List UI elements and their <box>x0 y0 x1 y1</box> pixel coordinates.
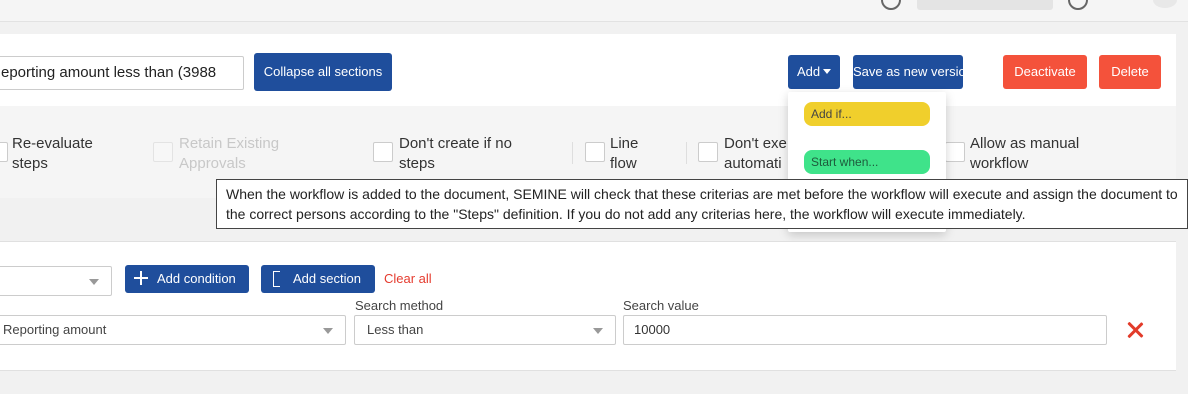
bottom-band <box>0 372 1176 394</box>
divider <box>686 142 687 164</box>
clear-all-link[interactable]: Clear all <box>384 271 432 286</box>
chevron-down-icon <box>593 328 603 334</box>
dont-create-if-no-steps-label: Don't create if no steps <box>399 135 512 172</box>
chevron-down-icon <box>323 328 333 334</box>
re-evaluate-steps-checkbox[interactable] <box>0 142 8 162</box>
remove-condition-icon[interactable] <box>1127 322 1143 338</box>
avatar[interactable] <box>1153 0 1177 8</box>
allow-as-manual-workflow-checkbox[interactable] <box>945 142 965 162</box>
add-if-menu-item[interactable]: Add if... <box>804 102 930 126</box>
save-as-new-version-button[interactable]: Save as new version <box>853 55 973 89</box>
delete-button[interactable]: Delete <box>1099 55 1161 89</box>
allow-as-manual-workflow-label: Allow as manual workflow <box>970 135 1080 172</box>
caret-down-icon <box>823 69 831 74</box>
workflow-name-input[interactable]: eporting amount less than (3988 <box>0 56 244 90</box>
retain-existing-approvals-checkbox <box>153 142 173 162</box>
bracket-icon <box>273 271 280 287</box>
divider <box>572 142 573 164</box>
chevron-down-icon <box>89 279 99 285</box>
re-evaluate-steps-label: Re-evaluate steps <box>12 135 93 172</box>
line-flow-checkbox[interactable] <box>585 142 605 162</box>
help-icon[interactable] <box>881 0 901 10</box>
search-method-select[interactable]: Less than <box>354 315 616 345</box>
dont-execute-automatically-checkbox[interactable] <box>698 142 718 162</box>
conditions-panel: Add condition Add section Clear all Sear… <box>0 241 1176 371</box>
plus-icon <box>134 271 148 285</box>
search-method-label: Search method <box>355 298 444 313</box>
condition-operator-select[interactable] <box>0 266 112 296</box>
search-value-input[interactable]: 10000 <box>623 315 1107 345</box>
dont-execute-automatically-label: Don't exe automati <box>724 135 787 172</box>
dont-create-if-no-steps-checkbox[interactable] <box>373 142 393 162</box>
deactivate-button[interactable]: Deactivate <box>1003 55 1087 89</box>
condition-field-select[interactable]: Reporting amount <box>0 315 346 345</box>
add-section-button[interactable]: Add section <box>261 265 375 293</box>
user-icon[interactable] <box>1068 0 1088 10</box>
add-button-label: Add <box>797 64 821 79</box>
top-bar <box>0 0 1188 22</box>
start-when-tooltip: When the workflow is added to the docume… <box>216 179 1188 229</box>
retain-existing-approvals-label: Retain Existing Approvals <box>179 135 280 172</box>
search-box[interactable] <box>917 0 1053 10</box>
add-dropdown-button[interactable]: Add <box>788 55 840 89</box>
line-flow-label: Line flow <box>610 135 639 172</box>
start-when-menu-item[interactable]: Start when... <box>804 150 930 174</box>
collapse-all-sections-button[interactable]: Collapse all sections <box>254 53 392 91</box>
search-value-label: Search value <box>623 298 699 313</box>
workflow-header-panel: eporting amount less than (3988 Collapse… <box>0 34 1176 198</box>
add-condition-button[interactable]: Add condition <box>125 265 249 293</box>
